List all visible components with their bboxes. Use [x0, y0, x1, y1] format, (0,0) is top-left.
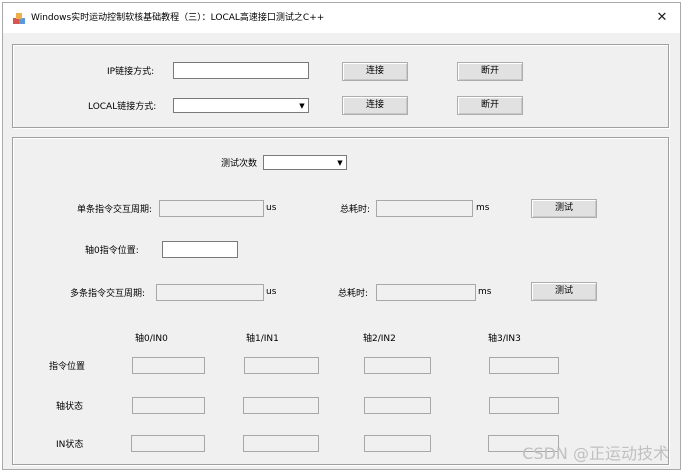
axis0-pos-input[interactable]	[162, 241, 238, 258]
axis2-command-position	[364, 357, 431, 374]
ip-address-input[interactable]	[173, 62, 309, 79]
single-cycle-unit: us	[266, 203, 277, 213]
axis-row-label: 轴状态	[56, 402, 84, 412]
single-cycle-field	[159, 200, 264, 217]
single-total-field	[376, 200, 473, 217]
single-total-unit: ms	[476, 203, 490, 213]
multi-cycle-field	[156, 284, 264, 301]
axis-row-label: IN状态	[56, 440, 84, 450]
in2-status	[364, 435, 431, 452]
axis1-command-position	[244, 357, 319, 374]
multi-total-label: 总耗时:	[338, 289, 369, 299]
single-test-button[interactable]: 测试	[531, 199, 597, 218]
chevron-down-icon: ▼	[337, 159, 343, 167]
multi-total-field	[376, 284, 476, 301]
close-icon[interactable]: ✕	[654, 10, 670, 26]
local-connect-button[interactable]: 连接	[342, 96, 408, 115]
connection-group	[12, 44, 669, 128]
axis3-command-position	[489, 357, 559, 374]
ip-label: IP链接方式:	[107, 67, 155, 77]
axis0-pos-label: 轴0指令位置:	[85, 246, 139, 256]
axis-column-header: 轴0/IN0	[135, 334, 168, 344]
axis1-status	[243, 397, 319, 414]
app-icon	[13, 13, 25, 24]
multi-test-button[interactable]: 测试	[531, 282, 597, 301]
test-count-select[interactable]: ▼	[263, 155, 347, 170]
single-total-label: 总耗时:	[340, 205, 371, 215]
multi-cycle-label: 多条指令交互周期:	[70, 289, 146, 299]
window-title: Windows实时运动控制软核基础教程（三）：LOCAL高速接口测试之C++	[31, 13, 325, 23]
local-label: LOCAL链接方式:	[88, 102, 157, 112]
local-port-select[interactable]: ▼	[173, 98, 309, 113]
axis-column-header: 轴1/IN1	[246, 334, 279, 344]
single-cycle-label: 单条指令交互周期:	[77, 205, 153, 215]
ip-connect-button[interactable]: 连接	[342, 62, 408, 81]
chevron-down-icon: ▼	[299, 102, 305, 110]
in1-status	[243, 435, 319, 452]
multi-total-unit: ms	[478, 287, 492, 297]
test-group	[12, 137, 669, 465]
ip-disconnect-button[interactable]: 断开	[457, 62, 523, 81]
local-disconnect-button[interactable]: 断开	[457, 96, 523, 115]
axis2-status	[364, 397, 431, 414]
main-window: Windows实时运动控制软核基础教程（三）：LOCAL高速接口测试之C++ ✕…	[2, 2, 681, 470]
in0-status	[131, 435, 205, 452]
axis0-command-position	[132, 357, 205, 374]
axis-column-header: 轴3/IN3	[488, 334, 521, 344]
title-bar: Windows实时运动控制软核基础教程（三）：LOCAL高速接口测试之C++ ✕	[3, 3, 680, 33]
axis0-status	[132, 397, 205, 414]
test-count-label: 测试次数	[221, 159, 258, 169]
watermark-text: CSDN @正运动技术	[522, 444, 669, 463]
axis-column-header: 轴2/IN2	[363, 334, 396, 344]
axis3-status	[489, 397, 559, 414]
multi-cycle-unit: us	[266, 287, 277, 297]
axis-row-label: 指令位置	[49, 362, 86, 372]
